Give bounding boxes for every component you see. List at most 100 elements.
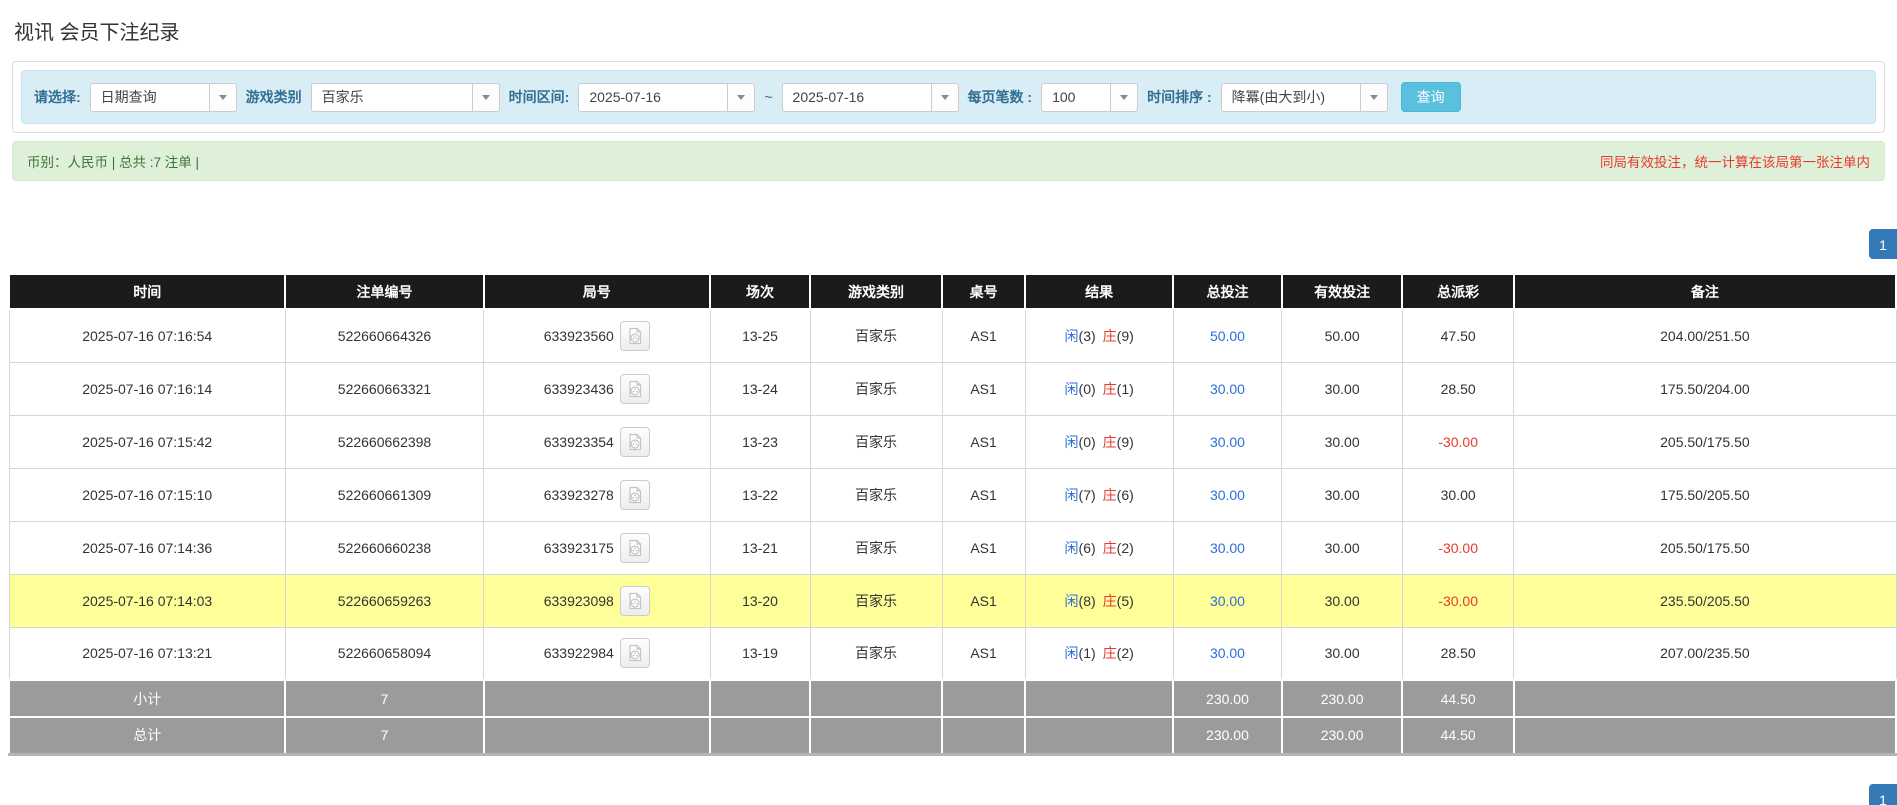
cell-remark: 175.50/204.00 (1514, 362, 1896, 415)
cell-total-bet: 30.00 (1173, 468, 1282, 521)
sort-dropdown-button[interactable] (1360, 84, 1387, 111)
cell-table-no: AS1 (942, 468, 1025, 521)
cell-remark: 235.50/205.50 (1514, 574, 1896, 627)
video-record-icon[interactable] (620, 321, 650, 351)
game-type-dropdown-button[interactable] (472, 84, 499, 111)
round-id-value: 633923098 (544, 593, 614, 609)
date-from-dropdown-button[interactable] (727, 84, 754, 111)
video-record-icon[interactable] (620, 638, 650, 668)
header-session: 场次 (710, 274, 810, 309)
cell-payout: 30.00 (1402, 468, 1513, 521)
result-player-value: (0) (1079, 381, 1096, 397)
cell-game-type: 百家乐 (810, 468, 942, 521)
game-type-value: 百家乐 (312, 84, 472, 111)
video-record-icon[interactable] (620, 427, 650, 457)
round-id-value: 633923278 (544, 487, 614, 503)
cell-session: 13-22 (710, 468, 810, 521)
total-bet-link[interactable]: 30.00 (1210, 645, 1245, 661)
query-type-dropdown-button[interactable] (209, 84, 236, 111)
cell-time: 2025-07-16 07:16:14 (9, 362, 285, 415)
total-bet-link[interactable]: 50.00 (1210, 328, 1245, 344)
cell-round-id: 633923436 (484, 362, 710, 415)
cell-payout: 28.50 (1402, 627, 1513, 680)
cell-result: 闲(8)庄(5) (1025, 574, 1173, 627)
summary-currency-count: 币别：人民币 | 总共 :7 注单 | (27, 151, 199, 171)
cell-valid-bet: 30.00 (1282, 468, 1403, 521)
header-remark: 备注 (1514, 274, 1896, 309)
cell-total-bet: 30.00 (1173, 521, 1282, 574)
result-player-label: 闲 (1065, 381, 1079, 397)
chevron-down-icon (482, 95, 490, 100)
result-player-value: (1) (1079, 645, 1096, 661)
header-total-bet: 总投注 (1173, 274, 1282, 309)
cell-time: 2025-07-16 07:16:54 (9, 309, 285, 362)
header-bet-id: 注单编号 (285, 274, 483, 309)
cell-session: 13-21 (710, 521, 810, 574)
chevron-down-icon (941, 95, 949, 100)
per-page-select[interactable]: 100 (1041, 83, 1138, 112)
cell-round-id: 633923560 (484, 309, 710, 362)
cell-result: 闲(0)庄(9) (1025, 415, 1173, 468)
result-player-label: 闲 (1065, 487, 1079, 503)
total-count: 7 (285, 717, 483, 754)
header-round-id: 局号 (484, 274, 710, 309)
header-result: 结果 (1025, 274, 1173, 309)
total-bet-link[interactable]: 30.00 (1210, 434, 1245, 450)
cell-table-no: AS1 (942, 362, 1025, 415)
result-banker-value: (2) (1117, 645, 1134, 661)
cell-round-id: 633923354 (484, 415, 710, 468)
sort-select[interactable]: 降冪(由大到小) (1221, 83, 1388, 112)
page-root: 视讯 会员下注纪录 请选择: 日期查询 游戏类别 百家乐 时间区间: 2025-… (0, 0, 1897, 805)
video-record-icon[interactable] (620, 480, 650, 510)
result-banker-label: 庄 (1103, 645, 1117, 661)
total-bet-link[interactable]: 30.00 (1210, 540, 1245, 556)
filter-panel: 请选择: 日期查询 游戏类别 百家乐 时间区间: 2025-07-16 ~ 20… (12, 61, 1885, 133)
total-bet-link[interactable]: 30.00 (1210, 593, 1245, 609)
page-1-button[interactable]: 1 (1869, 784, 1897, 805)
date-from-value: 2025-07-16 (579, 84, 727, 111)
game-type-select[interactable]: 百家乐 (311, 83, 500, 112)
video-record-icon[interactable] (620, 374, 650, 404)
cell-bet-id: 522660660238 (285, 521, 483, 574)
date-from-picker[interactable]: 2025-07-16 (578, 83, 755, 112)
result-player-value: (6) (1079, 540, 1096, 556)
video-record-icon[interactable] (620, 533, 650, 563)
date-to-dropdown-button[interactable] (931, 84, 958, 111)
cell-time: 2025-07-16 07:15:10 (9, 468, 285, 521)
cell-table-no: AS1 (942, 415, 1025, 468)
sort-value: 降冪(由大到小) (1222, 84, 1360, 111)
result-banker-value: (9) (1117, 328, 1134, 344)
per-page-label: 每页笔数 : (968, 87, 1033, 107)
video-record-icon[interactable] (620, 586, 650, 616)
cell-remark: 175.50/205.50 (1514, 468, 1896, 521)
table-row: 2025-07-16 07:16:54 522660664326 6339235… (9, 309, 1896, 362)
cell-session: 13-20 (710, 574, 810, 627)
result-player-label: 闲 (1065, 328, 1079, 344)
date-to-picker[interactable]: 2025-07-16 (782, 83, 959, 112)
page-title: 视讯 会员下注纪录 (0, 0, 1897, 45)
search-button[interactable]: 查询 (1401, 82, 1461, 112)
per-page-dropdown-button[interactable] (1110, 84, 1137, 111)
cell-payout: 28.50 (1402, 362, 1513, 415)
cell-table-no: AS1 (942, 627, 1025, 680)
cell-session: 13-25 (710, 309, 810, 362)
table-row: 2025-07-16 07:14:03 522660659263 6339230… (9, 574, 1896, 627)
query-type-select[interactable]: 日期查询 (90, 83, 237, 112)
cell-payout: -30.00 (1402, 521, 1513, 574)
page-1-button[interactable]: 1 (1869, 229, 1897, 259)
cell-round-id: 633923098 (484, 574, 710, 627)
cell-valid-bet: 50.00 (1282, 309, 1403, 362)
cell-remark: 207.00/235.50 (1514, 627, 1896, 680)
round-id-value: 633923354 (544, 434, 614, 450)
table-body: 2025-07-16 07:16:54 522660664326 6339235… (9, 309, 1896, 680)
cell-round-id: 633923278 (484, 468, 710, 521)
cell-remark: 205.50/175.50 (1514, 415, 1896, 468)
query-type-label: 请选择: (34, 87, 81, 107)
bet-records-table: 时间 注单编号 局号 场次 游戏类别 桌号 结果 总投注 有效投注 总派彩 备注… (8, 273, 1897, 756)
table-header: 时间 注单编号 局号 场次 游戏类别 桌号 结果 总投注 有效投注 总派彩 备注 (9, 274, 1896, 309)
result-player-label: 闲 (1065, 645, 1079, 661)
cell-valid-bet: 30.00 (1282, 521, 1403, 574)
total-bet-link[interactable]: 30.00 (1210, 381, 1245, 397)
total-bet-link[interactable]: 30.00 (1210, 487, 1245, 503)
cell-result: 闲(3)庄(9) (1025, 309, 1173, 362)
